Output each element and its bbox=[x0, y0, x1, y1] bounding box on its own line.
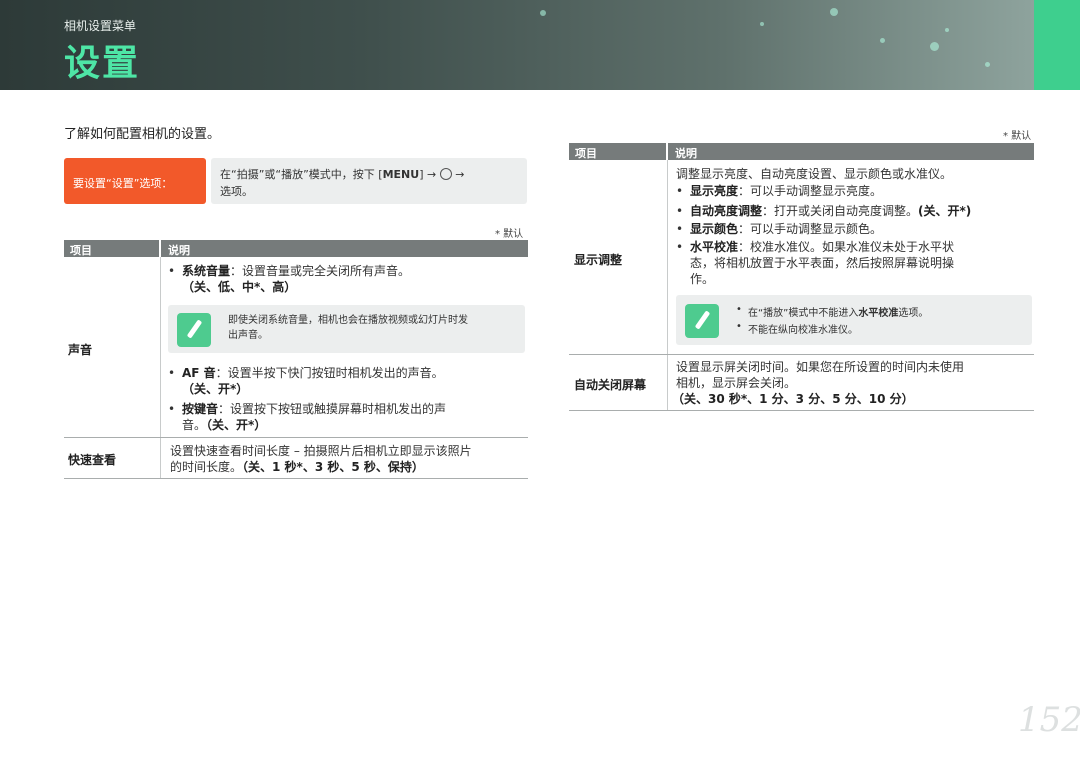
menu-key: MENU bbox=[382, 168, 420, 181]
option-values-text: （关、1 秒*、3 秒、5 秒、保持） bbox=[242, 460, 424, 474]
list-item: 系统音量：设置音量或完全关闭所有声音。 bbox=[168, 263, 410, 279]
row-name-display: 显示调整 bbox=[574, 253, 623, 267]
table-header: 项目 说明 bbox=[64, 240, 528, 257]
decorative-sparkle bbox=[540, 10, 546, 16]
note-text: 在“播放”模式中不能进入 bbox=[748, 308, 859, 319]
option-values-text: （关、开*） bbox=[206, 418, 267, 432]
row-description: 调整显示亮度、自动亮度设置、显示颜色或水准仪。 bbox=[676, 167, 953, 181]
row-name-sound: 声音 bbox=[68, 343, 93, 357]
option-text: ：打开或关闭自动亮度调整。 bbox=[762, 204, 919, 218]
header-desc: 说明 bbox=[675, 147, 697, 160]
section-tab bbox=[1034, 0, 1080, 90]
chapter-subtitle: 相机设置菜单 bbox=[64, 19, 137, 33]
list-item: 按键音：设置按下按钮或触摸屏幕时相机发出的声 bbox=[168, 401, 446, 417]
chapter-header-banner: 相机设置菜单 设置 bbox=[0, 0, 1034, 90]
row-description: 相机，显示屏会关闭。 bbox=[676, 376, 797, 390]
option-text: 作。 bbox=[690, 272, 715, 286]
note-line: 出声音。 bbox=[228, 330, 268, 341]
option-values: （关、30 秒*、1 分、3 分、5 分、10 分） bbox=[672, 391, 914, 407]
table-header: 项目 说明 bbox=[569, 143, 1034, 160]
header-divider bbox=[159, 240, 161, 257]
option-values: 音。（关、开*） bbox=[182, 417, 266, 433]
option-values: （关、开*） bbox=[182, 381, 248, 397]
header-item: 项目 bbox=[575, 147, 597, 160]
note-emphasis: 水平校准 bbox=[858, 308, 899, 319]
note-pen-icon bbox=[685, 304, 719, 338]
default-note: * 默认 bbox=[1003, 131, 1032, 142]
option-text: 态，将相机放置于水平表面，然后按照屏幕说明操 bbox=[690, 256, 955, 270]
note-line: 即使关闭系统音量，相机也会在播放视频或幻灯片时发 bbox=[228, 315, 468, 326]
gear-icon bbox=[439, 168, 452, 180]
decorative-sparkle bbox=[880, 38, 885, 43]
row-divider bbox=[64, 478, 528, 479]
decorative-sparkle bbox=[945, 28, 949, 32]
row-description: 设置显示屏关闭时间。如果您在所设置的时间内未使用 bbox=[676, 360, 965, 374]
note-text: 即使关闭系统音量，相机也会在播放视频或幻灯片时发 出声音。 bbox=[228, 313, 468, 343]
note-box: 即使关闭系统音量，相机也会在播放视频或幻灯片时发 出声音。 bbox=[168, 305, 525, 353]
option-label: 系统音量 bbox=[182, 264, 231, 278]
instruction-text: 选项。 bbox=[220, 185, 253, 198]
intro-text: 了解如何配置相机的设置。 bbox=[64, 127, 221, 142]
list-item: AF 音：设置半按下快门按钮时相机发出的声音。 bbox=[168, 365, 444, 381]
instruction-text: 在“拍摄”或“播放”模式中，按下 [ bbox=[220, 168, 383, 181]
list-item: 显示颜色：可以手动调整显示颜色。 bbox=[676, 221, 882, 237]
row-description: 设置快速查看时间长度 – 拍摄照片后相机立即显示该照片 bbox=[170, 444, 472, 458]
option-label: AF 音 bbox=[182, 366, 216, 380]
row-description: 的时间长度。（关、1 秒*、3 秒、5 秒、保持） bbox=[170, 459, 424, 475]
option-values: （关、低、中*、高） bbox=[182, 279, 296, 295]
option-label: 按键音 bbox=[182, 402, 219, 416]
list-item: 水平校准：校准水准仪。如果水准仪未处于水平状 bbox=[676, 239, 954, 255]
note-box: 在“播放”模式中不能进入水平校准选项。 不能在纵向校准水准仪。 bbox=[676, 295, 1032, 345]
note-pen-icon bbox=[177, 313, 211, 347]
option-label: 自动亮度调整 bbox=[690, 204, 763, 218]
page-number: 152 bbox=[1018, 700, 1080, 740]
option-text: ：设置按下按钮或触摸屏幕时相机发出的声 bbox=[218, 402, 447, 416]
setting-path-instructions: 在“拍摄”或“播放”模式中，按下 [MENU] → → 选项。 bbox=[211, 158, 527, 204]
instruction-text: ] → bbox=[419, 168, 440, 181]
note-item: 不能在纵向校准水准仪。 bbox=[736, 321, 858, 336]
option-text: ：设置半按下快门按钮时相机发出的声音。 bbox=[215, 366, 444, 380]
option-text: ：可以手动调整显示亮度。 bbox=[738, 184, 883, 198]
column-divider bbox=[160, 257, 161, 478]
list-item: 自动亮度调整：打开或关闭自动亮度调整。(关、开*) bbox=[676, 203, 971, 219]
note-text: 不能在纵向校准水准仪。 bbox=[748, 325, 858, 336]
option-label: 显示颜色 bbox=[690, 222, 739, 236]
header-item: 项目 bbox=[70, 244, 92, 257]
decorative-sparkle bbox=[930, 42, 939, 51]
column-divider bbox=[667, 160, 668, 410]
option-text: 音。 bbox=[182, 418, 207, 432]
default-note: * 默认 bbox=[495, 229, 524, 240]
row-divider bbox=[64, 437, 528, 438]
row-divider bbox=[569, 410, 1034, 411]
decorative-sparkle bbox=[760, 22, 764, 26]
setting-path-label: 要设置“设置”选项： bbox=[64, 158, 206, 204]
option-text: ：设置音量或完全关闭所有声音。 bbox=[230, 264, 411, 278]
note-item: 在“播放”模式中不能进入水平校准选项。 bbox=[736, 304, 928, 319]
option-label: 水平校准 bbox=[690, 240, 739, 254]
option-values-text: （关、开*） bbox=[182, 382, 249, 396]
note-text: 选项。 bbox=[898, 308, 929, 319]
row-divider bbox=[569, 354, 1034, 355]
header-divider bbox=[666, 143, 668, 160]
list-item: 显示亮度：可以手动调整显示亮度。 bbox=[676, 183, 882, 199]
description-text: 的时间长度。 bbox=[170, 460, 243, 474]
header-desc: 说明 bbox=[168, 244, 190, 257]
option-text: ：校准水准仪。如果水准仪未处于水平状 bbox=[738, 240, 955, 254]
page-title: 设置 bbox=[64, 43, 141, 84]
option-values-text: （关、30 秒*、1 分、3 分、5 分、10 分） bbox=[672, 392, 914, 406]
option-values-text: (关、开*) bbox=[918, 204, 972, 218]
option-label: 显示亮度 bbox=[690, 184, 739, 198]
row-name-quickview: 快速查看 bbox=[68, 453, 117, 467]
instruction-text: → bbox=[451, 168, 465, 181]
decorative-sparkle bbox=[985, 62, 990, 67]
decorative-sparkle bbox=[830, 8, 838, 16]
option-values-text: （关、低、中*、高） bbox=[182, 280, 297, 294]
option-text: ：可以手动调整显示颜色。 bbox=[738, 222, 883, 236]
row-name-autooff: 自动关闭屏幕 bbox=[574, 378, 647, 392]
